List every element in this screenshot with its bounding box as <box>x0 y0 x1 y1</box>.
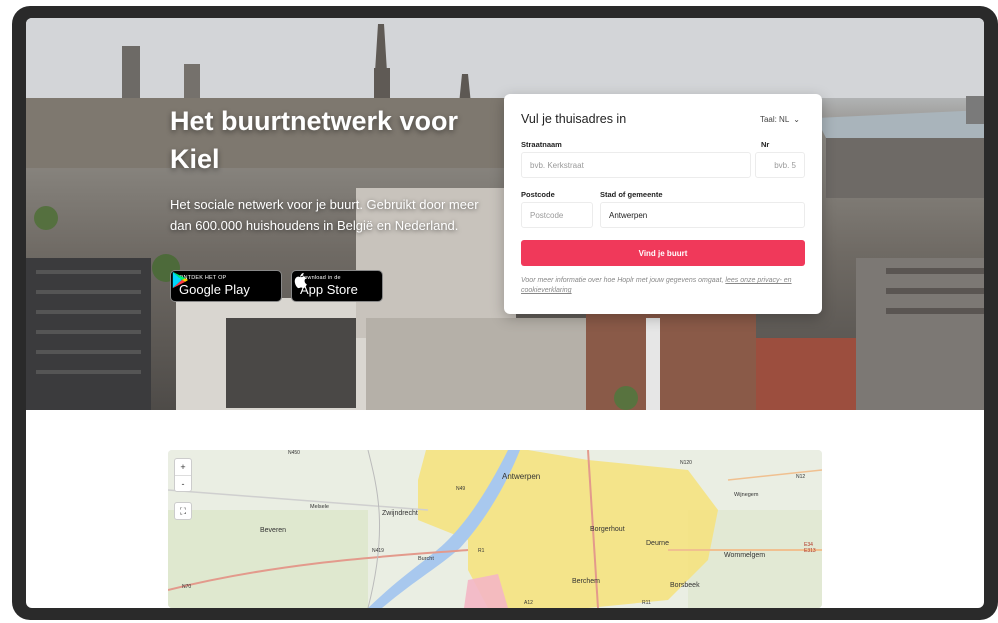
road-label: E34 E313 <box>804 542 816 554</box>
street-label: Straatnaam <box>521 140 562 149</box>
language-label: Taal: NL <box>759 115 790 124</box>
google-play-badge[interactable]: ONTDEK HET OP Google Play <box>170 270 282 302</box>
browser-screen: Het buurtnetwerk voor Kiel Het sociale n… <box>26 18 984 608</box>
map-label-wijnegem: Wijnegem <box>734 492 759 498</box>
hero-subtitle: Het sociale netwerk voor je buurt. Gebru… <box>170 197 479 233</box>
map-label-melsele: Melsele <box>310 504 329 510</box>
google-play-icon <box>172 271 189 289</box>
zoom-in-button[interactable]: + <box>175 459 191 475</box>
map-label-berchem: Berchem <box>572 578 601 585</box>
google-play-small-text: ONTDEK HET OP <box>179 274 227 281</box>
road-label: N49 <box>456 486 466 492</box>
city-input[interactable]: Antwerpen <box>600 202 805 228</box>
zoom-control: + - <box>174 458 192 492</box>
privacy-info: Voor meer informatie over hoe Hoplr met … <box>521 276 805 296</box>
number-input[interactable]: bvb. 5 <box>755 152 805 178</box>
language-selector[interactable]: Taal: NL ⌄ <box>760 115 800 124</box>
postcode-label: Postcode <box>521 190 555 199</box>
road-label: A12 <box>524 600 533 606</box>
apple-icon <box>294 272 307 289</box>
google-play-big-text: Google Play <box>179 282 250 298</box>
road-label: N450 <box>288 450 300 456</box>
privacy-info-text: Voor meer informatie over hoe Hoplr met … <box>521 277 724 284</box>
address-form-card: Vul je thuisadres in Taal: NL ⌄ Straatna… <box>504 94 822 314</box>
form-title: Vul je thuisadres in <box>521 112 627 126</box>
number-label: Nr <box>761 140 770 149</box>
device-frame: Het buurtnetwerk voor Kiel Het sociale n… <box>12 6 998 620</box>
city-label: Stad of gemeente <box>600 190 663 199</box>
map-label-burcht: Burcht <box>418 556 434 562</box>
hero-section: Het buurtnetwerk voor Kiel Het sociale n… <box>26 18 984 410</box>
hero-title: Het buurtnetwerk voor Kiel <box>170 106 459 174</box>
map-label-zwijndrecht: Zwijndrecht <box>382 510 418 517</box>
find-neighbourhood-button[interactable]: Vind je buurt <box>521 240 805 266</box>
map-label-beveren: Beveren <box>260 527 287 534</box>
map-label-borgerhout: Borgerhout <box>590 526 625 533</box>
postcode-input[interactable]: Postcode <box>521 202 593 228</box>
road-label: R1 <box>478 548 485 554</box>
map-label-antwerpen: Antwerpen <box>502 472 541 481</box>
neighbourhood-map[interactable]: + - ⛶ Antwerpen Zwijndrecht Beveren Borg… <box>168 450 822 608</box>
road-label: R11 <box>642 600 651 606</box>
map-label-deurne: Deurne <box>646 540 669 547</box>
fullscreen-button[interactable]: ⛶ <box>174 502 192 520</box>
map-label-borsbeek: Borsbeek <box>670 582 700 589</box>
chevron-down-icon: ⌄ <box>793 115 800 124</box>
road-label: N120 <box>680 460 692 466</box>
map-label-wommelgem: Wommelgem <box>724 552 766 559</box>
app-store-badge[interactable]: Download in de App Store <box>291 270 383 302</box>
road-label: N12 <box>796 474 806 480</box>
street-input[interactable]: bvb. Kerkstraat <box>521 152 751 178</box>
zoom-out-button[interactable]: - <box>175 475 191 491</box>
road-label: N70 <box>182 584 192 590</box>
road-label: N419 <box>372 548 384 554</box>
